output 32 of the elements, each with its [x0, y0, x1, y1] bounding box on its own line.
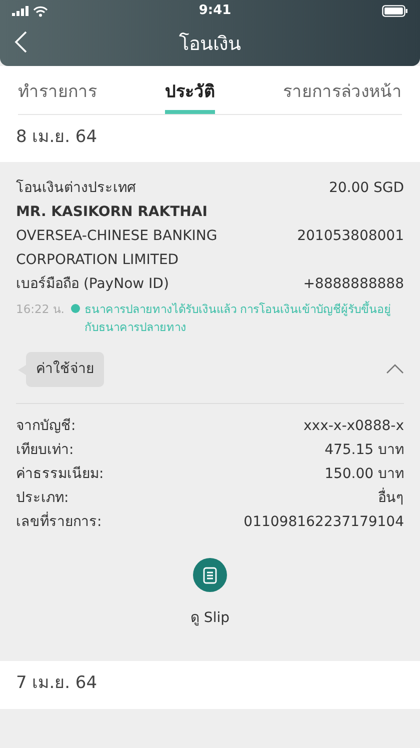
slip-button[interactable]	[193, 558, 227, 592]
status-time: 9:41	[198, 2, 232, 20]
detail-label: ประเภท:	[16, 489, 69, 508]
recipient-name: MR. KASIKORN RAKTHAI	[16, 203, 208, 222]
tab[interactable]: รายการล่วงหน้า	[283, 66, 402, 114]
document-icon	[203, 566, 217, 584]
paynow-id: +8888888888	[303, 275, 404, 294]
tab[interactable]: ทำรายการ	[18, 66, 97, 114]
status-time-label: 16:22 น.	[16, 301, 64, 318]
paynow-label: เบอร์มือถือ (PayNow ID)	[16, 274, 169, 294]
detail-value: 150.00 บาท	[324, 465, 404, 484]
slip-label: ดู Slip	[190, 609, 230, 628]
transaction-amount: 20.00 SGD	[328, 179, 404, 198]
detail-value: 475.15 บาท	[324, 441, 404, 460]
bank-name: OVERSEA-CHINESE BANKING CORPORATION LIMITED	[16, 227, 218, 270]
signal-icon	[12, 6, 29, 16]
status-message: ธนาคารปลายทางได้รับเงินแล้ว การโอนเงินเข้าบัญชีผู้รับขึ้นอยู่กับธนาคารปลายทาง	[84, 300, 392, 336]
battery-icon	[382, 5, 408, 17]
detail-value: อื่นๆ	[378, 486, 404, 510]
detail-label: ค่าธรรมเนียม:	[16, 465, 104, 484]
transaction-title: โอนเงินต่างประเทศ	[16, 178, 136, 198]
screen-title: โอนเงิน	[179, 32, 241, 57]
back-button[interactable]	[14, 30, 28, 54]
date-header: 7 เม.ย. 64	[16, 673, 98, 693]
detail-value: xxx-x-x0888-x	[304, 417, 404, 436]
detail-value: 011098162237179104	[244, 513, 404, 532]
wifi-icon	[33, 6, 48, 16]
detail-label: เลขที่รายการ:	[16, 510, 102, 534]
account-number: 201053808001	[297, 227, 404, 246]
detail-label: เทียบเท่า:	[16, 441, 74, 460]
date-header: 8 เม.ย. 64	[16, 126, 98, 146]
detail-label: จากบัญชี:	[16, 417, 76, 436]
